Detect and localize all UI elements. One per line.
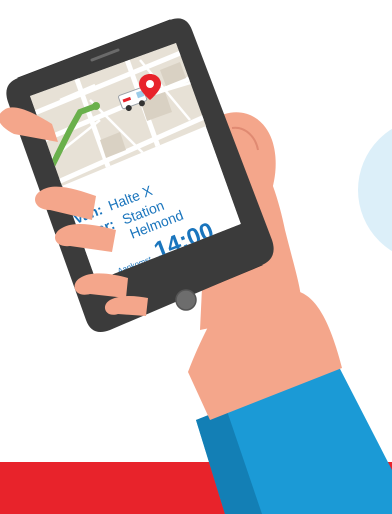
route-start-dot — [92, 102, 100, 110]
home-button-icon[interactable] — [175, 289, 197, 311]
illustration-scene: Van: Halte X Naar: Station Helmond Aanko… — [0, 18, 392, 514]
speech-bubble-shape — [358, 128, 392, 252]
